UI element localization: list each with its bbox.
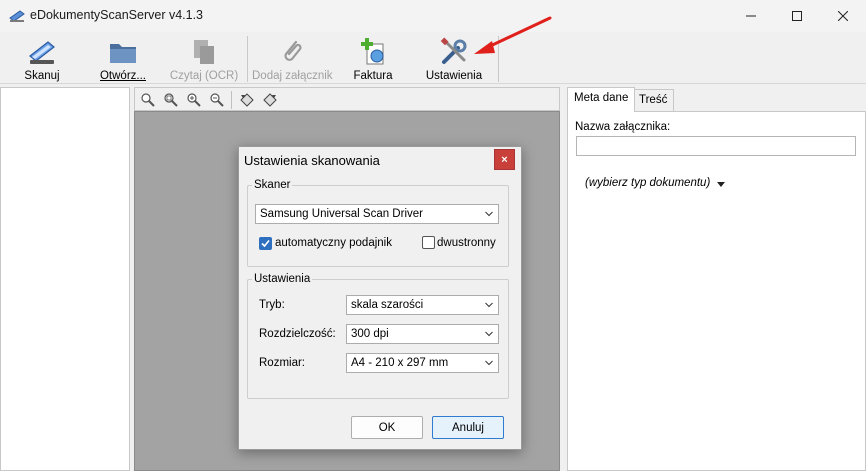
- ocr-button[interactable]: Czytaj (OCR): [168, 34, 240, 84]
- title-bar: eDokumentyScanServer v4.1.3: [0, 0, 866, 32]
- main-toolbar: Skanuj Otwórz... Czytaj (OCR) Dodaj załą…: [0, 32, 866, 84]
- close-window-button[interactable]: [820, 0, 866, 32]
- mode-select-value: skala szarości: [351, 299, 424, 311]
- tab-meta-data[interactable]: Meta dane: [567, 87, 636, 112]
- metadata-panel: Meta dane Treść Nazwa załącznika: (wybie…: [565, 87, 866, 471]
- ok-label: OK: [378, 421, 396, 434]
- chevron-down-icon: [485, 211, 493, 217]
- duplex-checkbox[interactable]: [422, 236, 435, 249]
- document-type-dropdown[interactable]: (wybierz typ dokumentu): [585, 177, 710, 189]
- open-button[interactable]: Otwórz...: [94, 34, 152, 84]
- open-label: Otwórz...: [99, 70, 146, 82]
- scanner-group: [247, 185, 509, 267]
- toolbar-separator: [247, 36, 248, 82]
- viewer-toolbar: [134, 87, 560, 111]
- attachment-name-label: Nazwa załącznika:: [575, 121, 671, 133]
- rotate-right-icon[interactable]: [262, 92, 278, 108]
- resolution-label: Rozdzielczość:: [259, 328, 336, 340]
- scanner-icon: [29, 41, 55, 64]
- resolution-select[interactable]: 300 dpi: [346, 324, 499, 344]
- add-attachment-button[interactable]: Dodaj załącznik: [252, 34, 333, 84]
- document-type-arrow-icon[interactable]: [717, 182, 725, 187]
- paperclip-icon: [284, 40, 302, 61]
- document-list-panel[interactable]: [0, 87, 130, 471]
- meta-data-tab-panel: Nazwa załącznika: (wybierz typ dokumentu…: [567, 111, 866, 471]
- ok-button[interactable]: OK: [351, 416, 423, 439]
- checkmark-icon: [261, 239, 270, 248]
- size-select[interactable]: A4 - 210 x 297 mm: [346, 353, 499, 373]
- tab-meta-data-label: Meta dane: [574, 92, 629, 104]
- scan-button[interactable]: Skanuj: [12, 34, 72, 84]
- tab-content-label: Treść: [639, 94, 668, 106]
- scan-label: Skanuj: [24, 70, 60, 82]
- size-label: Rozmiar:: [259, 357, 306, 369]
- dialog-title: Ustawienia skanowania: [244, 153, 380, 168]
- rotate-left-icon[interactable]: [239, 92, 255, 108]
- zoom-icon[interactable]: [140, 92, 156, 108]
- zoom-in-icon[interactable]: [186, 92, 202, 108]
- scan-settings-dialog: Ustawienia skanowania × Skaner Samsung U…: [238, 146, 522, 450]
- duplex-label: dwustronny: [437, 237, 496, 249]
- resolution-select-value: 300 dpi: [351, 328, 389, 340]
- scanner-select[interactable]: Samsung Universal Scan Driver: [255, 204, 499, 224]
- chevron-down-icon: [485, 331, 493, 337]
- auto-feeder-checkbox[interactable]: [259, 237, 272, 250]
- size-select-value: A4 - 210 x 297 mm: [351, 357, 449, 369]
- ocr-label: Czytaj (OCR): [169, 70, 239, 82]
- window-title: eDokumentyScanServer v4.1.3: [30, 8, 204, 22]
- invoice-button[interactable]: Faktura: [344, 34, 402, 84]
- settings-group-label: Ustawienia: [252, 273, 313, 285]
- mode-select[interactable]: skala szarości: [346, 295, 499, 315]
- tools-icon: [440, 37, 467, 64]
- annotation-arrow-icon: [474, 16, 552, 54]
- scanner-select-value: Samsung Universal Scan Driver: [260, 208, 423, 220]
- add-attachment-label: Dodaj załącznik: [252, 70, 333, 82]
- scanner-group-label: Skaner: [252, 179, 293, 191]
- cancel-label: Anuluj: [452, 421, 484, 434]
- invoice-add-icon: [361, 38, 384, 65]
- chevron-down-icon: [485, 302, 493, 308]
- auto-feeder-label: automatyczny podajnik: [275, 237, 392, 249]
- close-icon: ×: [501, 153, 508, 166]
- maximize-icon: [792, 11, 802, 21]
- dialog-close-button[interactable]: ×: [494, 149, 515, 170]
- mode-label: Tryb:: [259, 299, 285, 311]
- invoice-label: Faktura: [353, 70, 393, 82]
- cancel-button[interactable]: Anuluj: [432, 416, 504, 439]
- viewer-toolbar-separator: [231, 91, 232, 109]
- zoom-out-icon[interactable]: [209, 92, 225, 108]
- maximize-button[interactable]: [774, 0, 820, 32]
- folder-icon: [110, 44, 136, 63]
- close-icon: [838, 11, 848, 21]
- copy-pages-icon: [194, 40, 214, 64]
- attachment-name-input[interactable]: [576, 136, 856, 156]
- zoom-fit-icon[interactable]: [163, 92, 179, 108]
- scanner-app-icon: [9, 10, 25, 22]
- tab-content[interactable]: Treść: [632, 89, 675, 111]
- chevron-down-icon: [485, 360, 493, 366]
- minimize-button[interactable]: [728, 0, 774, 32]
- settings-label: Ustawienia: [425, 70, 483, 82]
- minimize-icon: [746, 15, 756, 17]
